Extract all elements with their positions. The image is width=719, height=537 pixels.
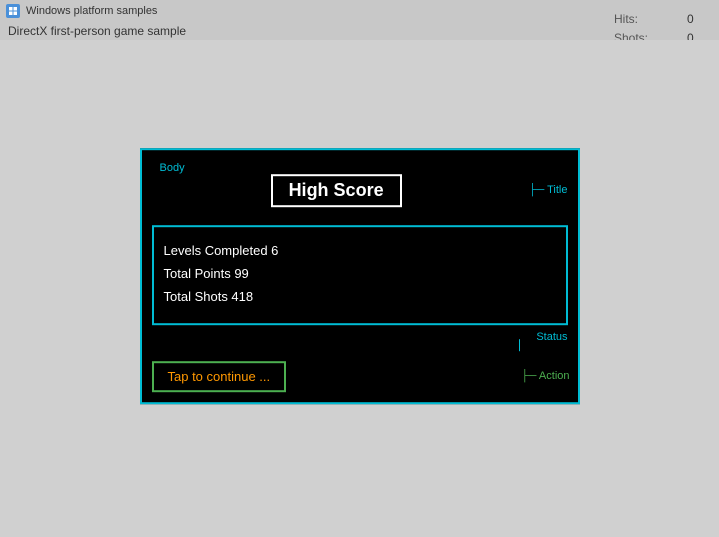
tap-to-continue-button[interactable]: Tap to continue ...: [152, 361, 287, 392]
title-hint: Title: [529, 184, 568, 196]
dialog-body-wrapper: Levels Completed 6 Total Points 99 Total…: [152, 225, 568, 325]
app-subtitle: DirectX first-person game sample: [0, 22, 719, 40]
body-line-1: Levels Completed 6: [164, 239, 556, 262]
high-score-dialog: Body High Score Title Levels Completed 6…: [140, 148, 580, 404]
window-title: Windows platform samples: [26, 5, 157, 17]
dialog-outer-box: Body High Score Title Levels Completed 6…: [140, 148, 580, 404]
dialog-body: Levels Completed 6 Total Points 99 Total…: [152, 225, 568, 325]
dialog-action-wrapper: Tap to continue ... Action: [152, 361, 568, 392]
body-label-hint: Body: [160, 162, 185, 174]
hits-value: 0: [687, 10, 707, 29]
body-line-3: Total Shots 418: [164, 285, 556, 308]
status-hint: Status: [536, 331, 567, 343]
app-icon: [6, 4, 20, 18]
body-line-2: Total Points 99: [164, 262, 556, 285]
action-hint: Action: [521, 370, 570, 382]
title-bar: Windows platform samples: [0, 0, 719, 22]
hits-label: Hits:: [614, 10, 638, 29]
dialog-title-row: Body High Score Title: [152, 160, 568, 207]
game-area: Body High Score Title Levels Completed 6…: [0, 40, 719, 537]
hits-row: Hits: 0: [614, 10, 707, 29]
dialog-status-wrapper: Status: [152, 331, 568, 351]
status-line: [519, 339, 520, 351]
dialog-title: High Score: [271, 174, 402, 207]
